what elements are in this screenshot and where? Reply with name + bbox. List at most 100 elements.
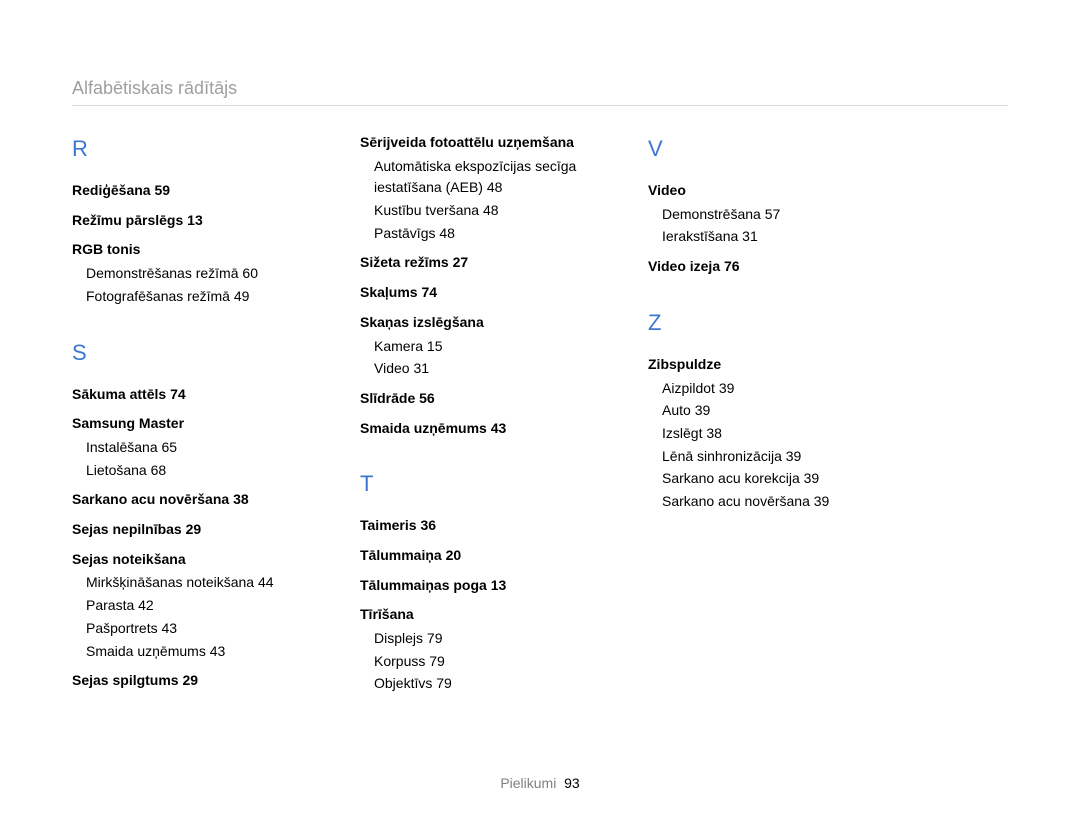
entry-line[interactable]: Taimeris 36 [360,515,600,537]
index-entry: Skaļums 74 [360,282,600,304]
subentries: Aizpildot 39Auto 39Izslēgt 38Lēnā sinhro… [648,378,888,513]
entry-line[interactable]: Slīdrāde 56 [360,388,600,410]
subentries: Automātiska ekspozīcijas secīga iestatīš… [360,156,600,245]
entry-label: Sērijveida fotoattēlu uzņemšana [360,134,574,150]
footer-label: Pielikumi [500,775,556,791]
subentry-page: 48 [439,225,455,241]
entry-page: 38 [233,491,249,507]
entry-label: RGB tonis [72,241,140,257]
subentry-page: 68 [151,462,167,478]
index-group: S Sākuma attēls 74 Samsung MasterInstalēša… [72,336,312,692]
entry-line[interactable]: Rediģēšana 59 [72,180,312,202]
entry-page: 56 [419,390,435,406]
entry-line[interactable]: Sākuma attēls 74 [72,384,312,406]
index-subentry[interactable]: Demonstrēšana 57 [662,204,888,226]
index-subentry[interactable]: Mirkšķināšanas noteikšana 44 [86,572,312,594]
index-subentry[interactable]: Instalēšana 65 [86,437,312,459]
subentry-label: Pastāvīgs [374,225,435,241]
subentry-page: 38 [706,425,722,441]
entry-line[interactable]: Samsung Master [72,413,312,435]
entry-line[interactable]: Režīmu pārslēgs 13 [72,210,312,232]
index-page: Alfabētiskais rādītājs R Rediģēšana 59 Rež… [0,0,1080,815]
index-subentry[interactable]: Fotografēšanas režīmā 49 [86,286,312,308]
index-subentry[interactable]: Pastāvīgs 48 [374,223,600,245]
entry-line[interactable]: RGB tonis [72,239,312,261]
entry-page: 13 [491,577,507,593]
subentries: Kamera 15Video 31 [360,336,600,380]
entry-line[interactable]: Skaļums 74 [360,282,600,304]
subentry-page: 31 [742,228,758,244]
entry-line[interactable]: Video [648,180,888,202]
index-entry: Taimeris 36 [360,515,600,537]
index-subentry[interactable]: Smaida uzņēmums 43 [86,641,312,663]
index-entry: Samsung MasterInstalēšana 65Lietošana 68 [72,413,312,481]
index-group: VVideoDemonstrēšana 57Ierakstīšana 31Vid… [648,132,888,278]
index-subentry[interactable]: Sarkano acu novēršana 39 [662,491,888,513]
entry-page: 13 [187,212,203,228]
subentry-page: 48 [487,179,503,195]
subentry-label: Parasta [86,597,134,613]
index-entry: Sejas spilgtums 29 [72,670,312,692]
entry-page: 27 [453,254,469,270]
entry-label: Sejas noteikšana [72,551,186,567]
index-subentry[interactable]: Displejs 79 [374,628,600,650]
subentries: Mirkšķināšanas noteikšana 44Parasta 42Pa… [72,572,312,662]
index-subentry[interactable]: Kustību tveršana 48 [374,200,600,222]
entry-line[interactable]: Sižeta režīms 27 [360,252,600,274]
subentry-page: 57 [765,206,781,222]
entry-line[interactable]: Sērijveida fotoattēlu uzņemšana [360,132,600,154]
header-title: Alfabētiskais rādītājs [72,78,237,98]
footer-page: 93 [564,775,580,791]
subentry-label: Lietošana [86,462,147,478]
group-letter: R [72,132,312,166]
index-subentry[interactable]: Lēnā sinhronizācija 39 [662,446,888,468]
index-group: R Rediģēšana 59 Režīmu pārslēgs 13 RGB toni… [72,132,312,308]
group-letter: V [648,132,888,166]
entry-line[interactable]: Sejas noteikšana [72,549,312,571]
entry-label: Sarkano acu novēršana [72,491,229,507]
entry-line[interactable]: Smaida uzņēmums 43 [360,418,600,440]
entry-line[interactable]: Tālummaiņa 20 [360,545,600,567]
index-subentry[interactable]: Kamera 15 [374,336,600,358]
index-columns: R Rediģēšana 59 Režīmu pārslēgs 13 RGB toni… [72,132,1008,703]
entry-page: 76 [724,258,740,274]
subentry-label: Pašportrets [86,620,158,636]
index-subentry[interactable]: Demonstrēšanas režīmā 60 [86,263,312,285]
entry-line[interactable]: Sejas nepilnības 29 [72,519,312,541]
entry-line[interactable]: Tīrīšana [360,604,600,626]
entry-line[interactable]: Sejas spilgtums 29 [72,670,312,692]
index-subentry[interactable]: Pašportrets 43 [86,618,312,640]
index-entry: Smaida uzņēmums 43 [360,418,600,440]
entry-label: Režīmu pārslēgs [72,212,183,228]
index-subentry[interactable]: Auto 39 [662,400,888,422]
index-subentry[interactable]: Sarkano acu korekcija 39 [662,468,888,490]
group-letter: S [72,336,312,370]
entry-line[interactable]: Video izeja 76 [648,256,888,278]
index-subentry[interactable]: Automātiska ekspozīcijas secīga iestatīš… [374,156,600,199]
entry-line[interactable]: Skaņas izslēgšana [360,312,600,334]
index-subentry[interactable]: Korpuss 79 [374,651,600,673]
index-column: R Rediģēšana 59 Režīmu pārslēgs 13 RGB toni… [72,132,312,703]
entry-label: Taimeris [360,517,417,533]
entry-label: Tālummaiņas poga [360,577,487,593]
entry-line[interactable]: Tālummaiņas poga 13 [360,575,600,597]
subentry-label: Kustību tveršana [374,202,479,218]
index-subentry[interactable]: Parasta 42 [86,595,312,617]
entry-label: Skaņas izslēgšana [360,314,484,330]
entry-line[interactable]: Zibspuldze [648,354,888,376]
index-subentry[interactable]: Izslēgt 38 [662,423,888,445]
index-subentry[interactable]: Video 31 [374,358,600,380]
entry-label: Video izeja [648,258,720,274]
index-entry: VideoDemonstrēšana 57Ierakstīšana 31 [648,180,888,248]
entry-line[interactable]: Sarkano acu novēršana 38 [72,489,312,511]
index-subentry[interactable]: Objektīvs 79 [374,673,600,695]
index-entry: ZibspuldzeAizpildot 39Auto 39Izslēgt 38L… [648,354,888,513]
index-entry: Sejas noteikšana Mirkšķināšanas noteikšan… [72,549,312,662]
index-entry: Sērijveida fotoattēlu uzņemšana Automātis… [360,132,600,244]
page-footer: Pielikumi 93 [0,775,1080,791]
index-subentry[interactable]: Aizpildot 39 [662,378,888,400]
subentry-label: Izslēgt [662,425,702,441]
index-subentry[interactable]: Lietošana 68 [86,460,312,482]
index-subentry[interactable]: Ierakstīšana 31 [662,226,888,248]
subentry-label: Video [374,360,410,376]
